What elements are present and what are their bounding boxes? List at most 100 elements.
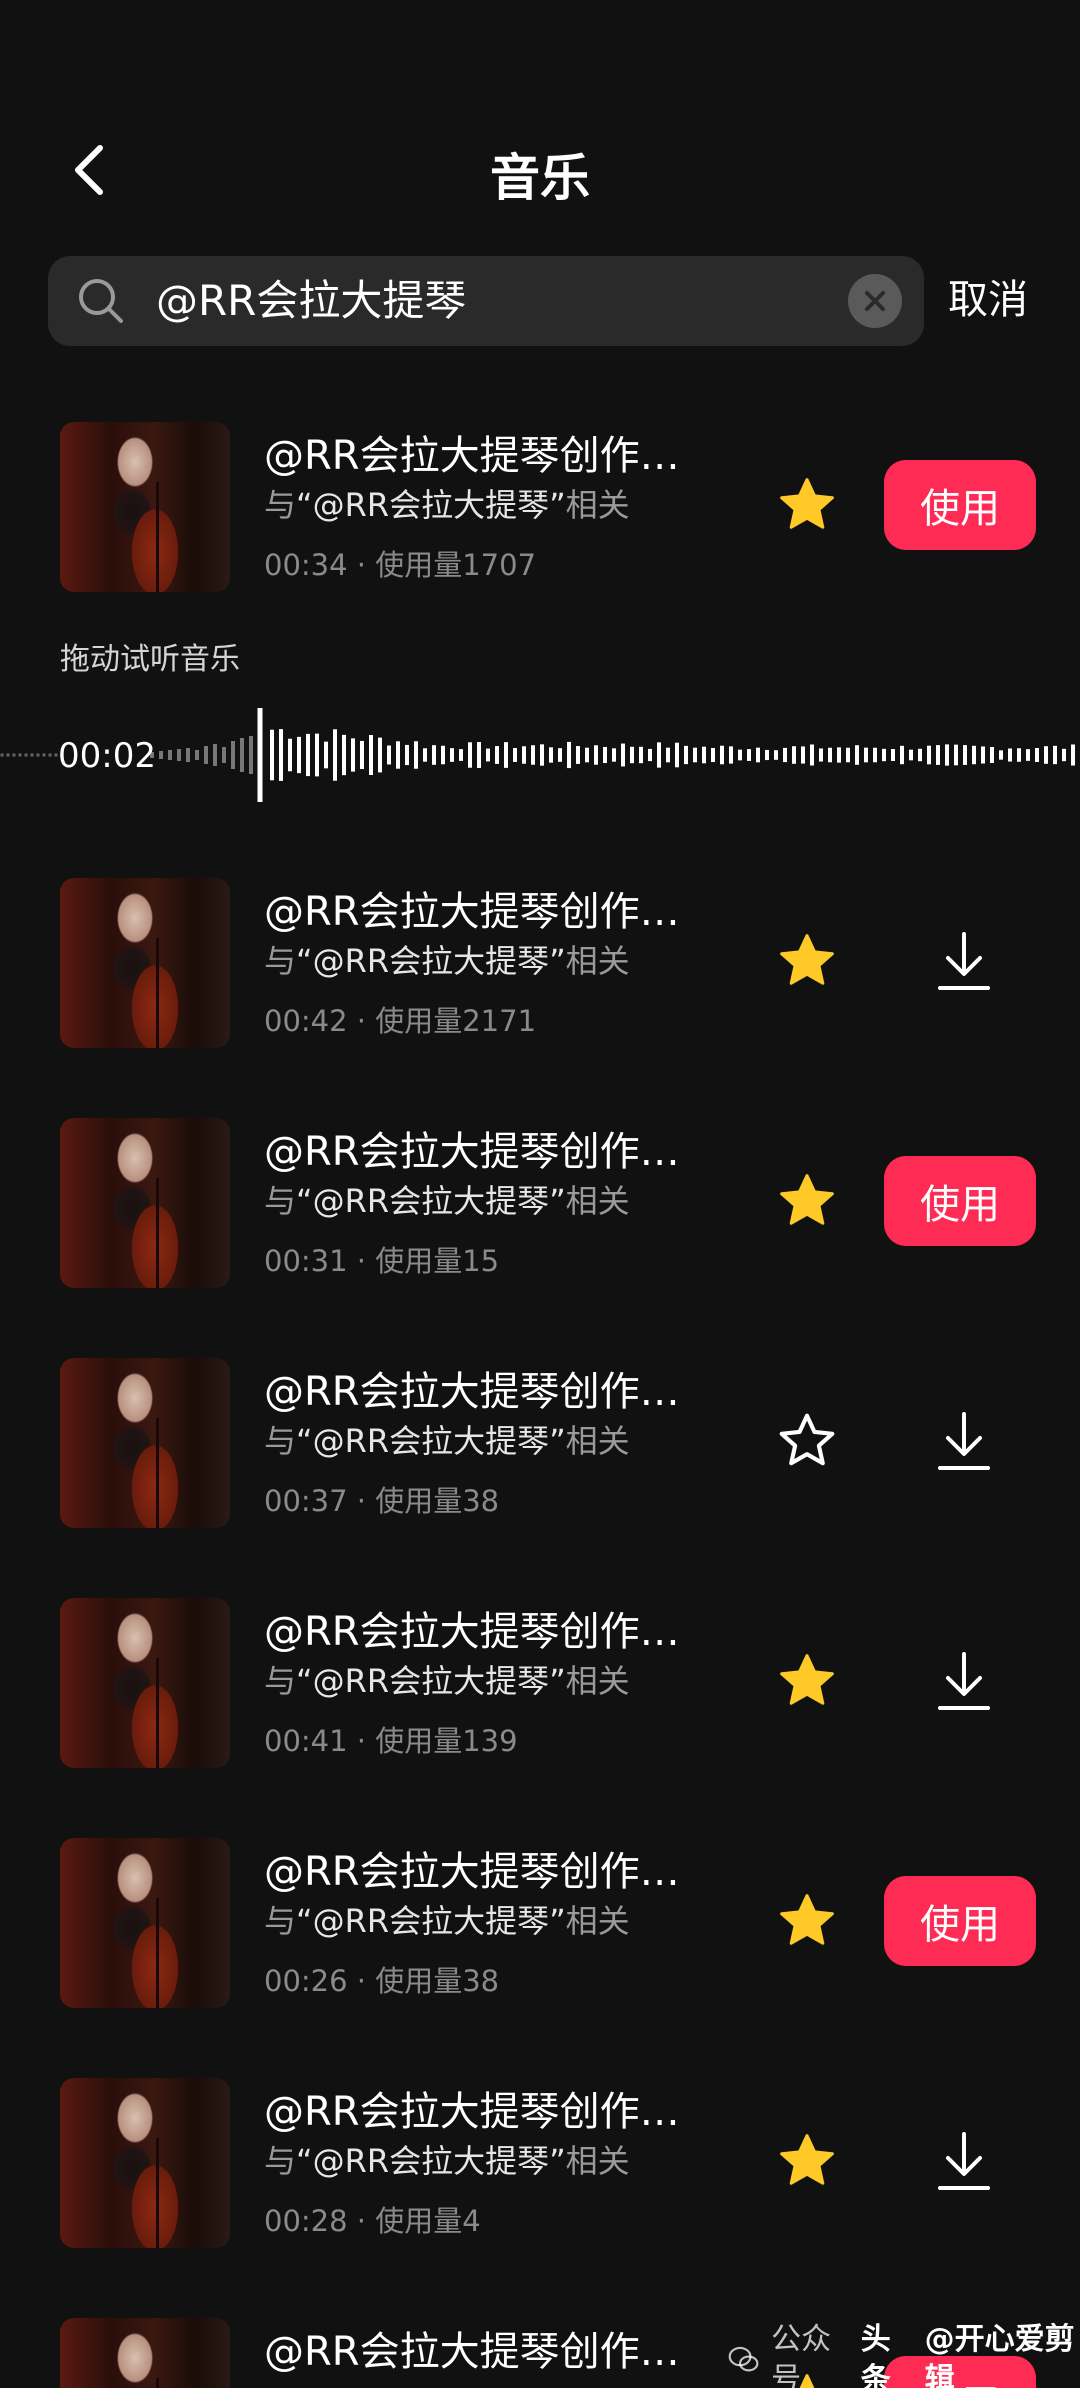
track-usage: 使用量139 bbox=[375, 1724, 518, 1758]
track-row[interactable]: @RR会拉大提琴创作… 与“@RR会拉大提琴”相关 00:34 · 使用量1707 使… bbox=[0, 422, 1080, 602]
use-button[interactable]: 使用 bbox=[884, 1156, 1036, 1246]
track-relation-keyword: “@RR会拉大提琴” bbox=[296, 2142, 566, 2180]
waveform-scrubber[interactable] bbox=[0, 700, 1080, 810]
star-icon[interactable] bbox=[776, 2130, 838, 2192]
track-cover[interactable] bbox=[60, 2078, 230, 2248]
meta-separator: · bbox=[356, 1724, 367, 1758]
meta-separator: · bbox=[356, 1004, 367, 1038]
meta-separator: · bbox=[356, 2204, 367, 2238]
cancel-button[interactable]: 取消 bbox=[948, 270, 1028, 330]
track-relation-prefix: 与 bbox=[264, 486, 297, 524]
track-title: @RR会拉大提琴创作… bbox=[264, 2329, 680, 2375]
track-usage: 使用量2171 bbox=[375, 1004, 537, 1038]
track-relation-suffix: 相关 bbox=[565, 1902, 630, 1940]
star-icon[interactable] bbox=[776, 1890, 838, 1952]
track-relation-prefix: 与 bbox=[264, 1182, 297, 1220]
track-usage: 使用量38 bbox=[375, 1484, 500, 1518]
track-relation: 与“@RR会拉大提琴”相关 bbox=[264, 1900, 630, 1942]
track-relation: 与“@RR会拉大提琴”相关 bbox=[264, 1660, 630, 1702]
track-relation-suffix: 相关 bbox=[565, 1422, 630, 1460]
watermark-prefix: 公众号 bbox=[771, 2322, 832, 2388]
track-row[interactable]: @RR会拉大提琴创作… 与“@RR会拉大提琴”相关 00:28 · 使用量4 bbox=[0, 2078, 1080, 2258]
clear-search-button[interactable] bbox=[848, 274, 902, 328]
track-usage: 使用量38 bbox=[375, 1964, 500, 1998]
track-title: @RR会拉大提琴创作… bbox=[264, 889, 680, 935]
track-row[interactable]: @RR会拉大提琴创作… 与“@RR会拉大提琴”相关 00:31 · 使用量15 使用 bbox=[0, 1118, 1080, 1298]
download-icon[interactable] bbox=[934, 928, 994, 994]
track-relation-keyword: “@RR会拉大提琴” bbox=[296, 1902, 566, 1940]
track-relation-prefix: 与 bbox=[264, 1662, 297, 1700]
preview-time: 00:02 bbox=[58, 736, 156, 776]
track-usage: 使用量4 bbox=[375, 2204, 481, 2238]
track-relation-keyword: “@RR会拉大提琴” bbox=[296, 1182, 566, 1220]
star-icon[interactable] bbox=[776, 1650, 838, 1712]
track-relation-prefix: 与 bbox=[264, 2142, 297, 2180]
download-icon[interactable] bbox=[934, 2128, 994, 2194]
watermark-source: 头条 bbox=[860, 2322, 891, 2388]
download-icon[interactable] bbox=[934, 1648, 994, 1714]
header: 音乐 bbox=[0, 120, 1080, 220]
watermark: 公众号 头条 @开心爱剪辑 bbox=[728, 2320, 1080, 2388]
track-row[interactable]: @RR会拉大提琴创作… 与“@RR会拉大提琴”相关 00:26 · 使用量38 使用 bbox=[0, 1838, 1080, 2018]
download-icon[interactable] bbox=[934, 1408, 994, 1474]
track-duration: 00:26 bbox=[264, 1964, 348, 1998]
use-button[interactable]: 使用 bbox=[884, 1876, 1036, 1966]
page-title: 音乐 bbox=[490, 149, 590, 207]
meta-separator: · bbox=[356, 548, 367, 582]
track-cover[interactable] bbox=[60, 422, 230, 592]
track-row[interactable]: @RR会拉大提琴创作… 与“@RR会拉大提琴”相关 00:42 · 使用量2171 bbox=[0, 878, 1080, 1058]
preview-label: 拖动试听音乐 bbox=[60, 642, 240, 677]
track-relation: 与“@RR会拉大提琴”相关 bbox=[264, 940, 630, 982]
track-duration: 00:41 bbox=[264, 1724, 348, 1758]
track-duration: 00:28 bbox=[264, 2204, 348, 2238]
search-input[interactable]: @RR会拉大提琴 bbox=[156, 274, 466, 328]
track-usage: 使用量1707 bbox=[375, 548, 537, 582]
track-relation: 与“@RR会拉大提琴”相关 bbox=[264, 1420, 630, 1462]
star-icon[interactable] bbox=[776, 474, 838, 536]
meta-separator: · bbox=[356, 1244, 367, 1278]
track-relation-prefix: 与 bbox=[264, 942, 297, 980]
meta-separator: · bbox=[356, 1964, 367, 1998]
track-relation: 与“@RR会拉大提琴”相关 bbox=[264, 1180, 630, 1222]
track-cover[interactable] bbox=[60, 1118, 230, 1288]
track-relation-prefix: 与 bbox=[264, 1422, 297, 1460]
track-row[interactable]: @RR会拉大提琴创作… 与“@RR会拉大提琴”相关 00:37 · 使用量38 bbox=[0, 1358, 1080, 1538]
track-cover[interactable] bbox=[60, 1838, 230, 2008]
search-bar[interactable]: @RR会拉大提琴 bbox=[48, 256, 924, 346]
track-relation: 与“@RR会拉大提琴”相关 bbox=[264, 2140, 630, 2182]
track-relation-suffix: 相关 bbox=[565, 1182, 630, 1220]
track-relation-keyword: “@RR会拉大提琴” bbox=[296, 1422, 566, 1460]
track-duration: 00:42 bbox=[264, 1004, 348, 1038]
track-meta: 00:34 · 使用量1707 bbox=[264, 546, 536, 584]
track-cover[interactable] bbox=[60, 1358, 230, 1528]
track-cover[interactable] bbox=[60, 2318, 230, 2388]
star-icon[interactable] bbox=[776, 930, 838, 992]
track-relation: 与“@RR会拉大提琴”相关 bbox=[264, 484, 630, 526]
track-row[interactable]: @RR会拉大提琴创作… 与“@RR会拉大提琴”相关 00:41 · 使用量139 bbox=[0, 1598, 1080, 1778]
track-title: @RR会拉大提琴创作… bbox=[264, 1369, 680, 1415]
track-cover[interactable] bbox=[60, 1598, 230, 1768]
track-duration: 00:37 bbox=[264, 1484, 348, 1518]
track-meta: 00:37 · 使用量38 bbox=[264, 1482, 499, 1520]
use-button[interactable]: 使用 bbox=[884, 460, 1036, 550]
track-duration: 00:31 bbox=[264, 1244, 348, 1278]
track-relation-suffix: 相关 bbox=[565, 1662, 630, 1700]
track-cover[interactable] bbox=[60, 878, 230, 1048]
track-meta: 00:41 · 使用量139 bbox=[264, 1722, 518, 1760]
star-icon[interactable] bbox=[776, 1170, 838, 1232]
track-relation-suffix: 相关 bbox=[565, 2142, 630, 2180]
track-meta: 00:42 · 使用量2171 bbox=[264, 1002, 536, 1040]
track-title: @RR会拉大提琴创作… bbox=[264, 1849, 680, 1895]
track-title: @RR会拉大提琴创作… bbox=[264, 433, 680, 479]
track-meta: 00:28 · 使用量4 bbox=[264, 2202, 481, 2240]
track-meta: 00:26 · 使用量38 bbox=[264, 1962, 499, 2000]
music-search-page: 音乐 @RR会拉大提琴 取消 @RR会拉大提琴创作… 与“@RR会拉大提琴”相关 0… bbox=[0, 0, 1080, 2388]
track-meta: 00:31 · 使用量15 bbox=[264, 1242, 499, 1280]
search-icon bbox=[79, 279, 123, 323]
track-duration: 00:34 bbox=[264, 548, 348, 582]
wechat-icon bbox=[728, 2346, 759, 2372]
star-outline-icon[interactable] bbox=[776, 1410, 838, 1472]
close-icon bbox=[865, 291, 885, 311]
track-relation-suffix: 相关 bbox=[565, 942, 630, 980]
track-title: @RR会拉大提琴创作… bbox=[264, 2089, 680, 2135]
